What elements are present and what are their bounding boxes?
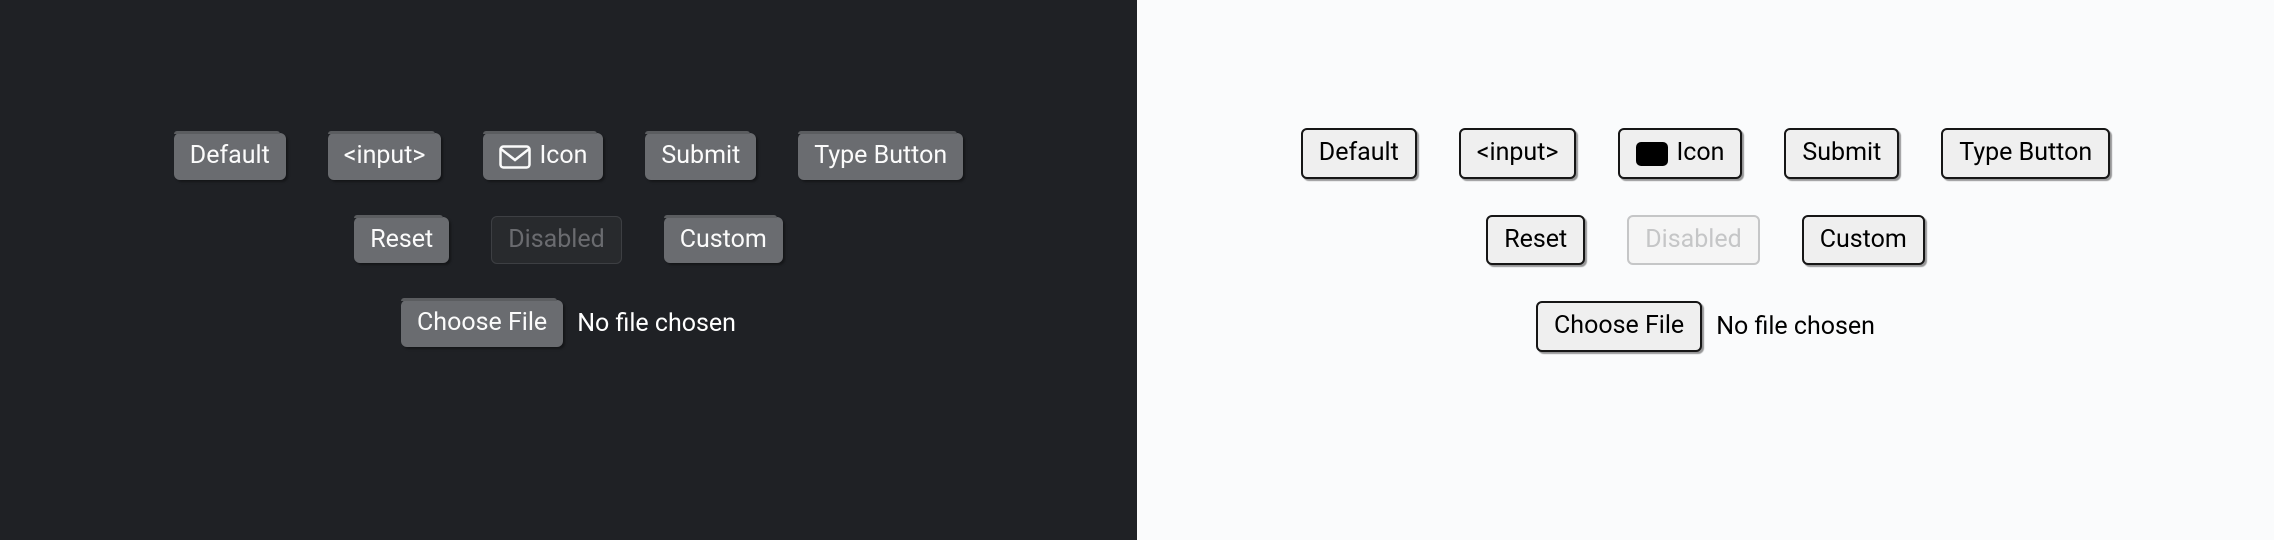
file-status-text: No file chosen [1716,312,1875,341]
default-button[interactable]: Default [1301,128,1417,179]
type-button[interactable]: Type Button [798,133,963,180]
button-row-3: Choose File No file chosen [401,300,736,347]
default-button[interactable]: Default [174,133,286,180]
mail-icon [499,145,531,169]
reset-button[interactable]: Reset [354,217,449,264]
submit-button[interactable]: Submit [1784,128,1899,179]
disabled-button: Disabled [1627,215,1759,266]
icon-button-label: Icon [539,140,587,173]
custom-button[interactable]: Custom [1802,215,1925,266]
button-row-3: Choose File No file chosen [1536,301,1875,352]
dark-theme-panel: Default <input> Icon Submit Type Button … [0,0,1137,540]
button-row-2: Reset Disabled Custom [354,216,783,265]
custom-button[interactable]: Custom [664,217,783,264]
reset-button[interactable]: Reset [1486,215,1585,266]
file-input-wrapper: Choose File No file chosen [401,300,736,347]
choose-file-button[interactable]: Choose File [401,300,563,347]
icon-button[interactable]: Icon [1618,128,1742,179]
button-row-1: Default <input> Icon Submit Type Button [1301,128,2110,179]
input-button[interactable]: <input> [1459,128,1577,179]
choose-file-button[interactable]: Choose File [1536,301,1702,352]
type-button[interactable]: Type Button [1941,128,2110,179]
mail-icon [1636,142,1668,166]
file-status-text: No file chosen [577,309,736,338]
icon-button-label: Icon [1676,137,1724,170]
button-row-2: Reset Disabled Custom [1486,215,1925,266]
submit-button[interactable]: Submit [645,133,756,180]
button-row-1: Default <input> Icon Submit Type Button [174,133,963,180]
disabled-button: Disabled [491,216,621,265]
input-button[interactable]: <input> [328,133,442,180]
icon-button[interactable]: Icon [483,133,603,180]
light-theme-panel: Default <input> Icon Submit Type Button … [1137,0,2274,540]
file-input-wrapper: Choose File No file chosen [1536,301,1875,352]
